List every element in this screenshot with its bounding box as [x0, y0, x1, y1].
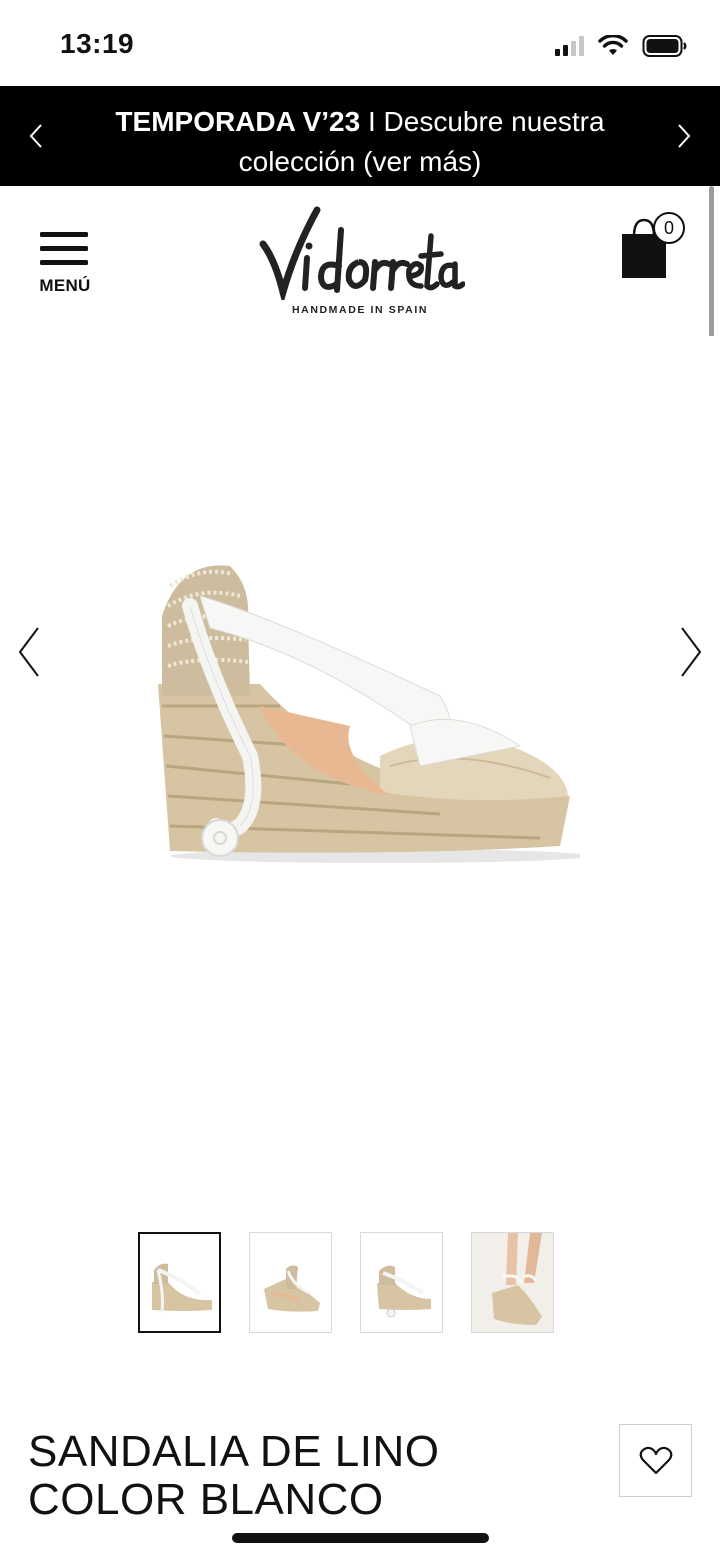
- gallery-prev-button[interactable]: [12, 622, 52, 682]
- thumbnail-image: [472, 1233, 553, 1332]
- wifi-icon: [598, 35, 628, 55]
- thumbnail-1[interactable]: [138, 1232, 221, 1333]
- promo-link[interactable]: TEMPORADA V’23 I Descubre nuestra colecc…: [90, 102, 630, 182]
- battery-icon: [642, 35, 687, 57]
- promo-prev-button[interactable]: [16, 116, 56, 156]
- logo-tagline: HANDMADE IN SPAIN: [291, 304, 429, 316]
- site-header: MENÚ HANDMADE IN SPAIN 0: [0, 186, 720, 336]
- vidorreta-logo: [259, 206, 466, 306]
- site-logo[interactable]: HANDMADE IN SPAIN: [255, 200, 466, 320]
- cart-count-badge: 0: [653, 212, 685, 244]
- chevron-right-icon: [681, 627, 702, 677]
- product-gallery: [0, 336, 720, 1206]
- product-title: SANDALIA DE LINO COLOR BLANCO: [28, 1427, 440, 1524]
- thumbnail-2[interactable]: [249, 1232, 332, 1333]
- promo-separator: I: [367, 106, 376, 137]
- promo-title: TEMPORADA V’23: [115, 106, 361, 137]
- chevron-left-icon: [18, 627, 39, 677]
- menu-label: MENÚ: [39, 276, 91, 295]
- hamburger-icon: [40, 232, 88, 265]
- status-bar: 13:19: [0, 0, 720, 88]
- add-to-wishlist-button[interactable]: [619, 1424, 692, 1497]
- promo-next-button[interactable]: [664, 116, 704, 156]
- thumbnail-3[interactable]: [360, 1232, 443, 1333]
- heart-icon: [639, 1446, 672, 1474]
- product-image[interactable]: [140, 556, 580, 866]
- cellular-signal-icon: [555, 36, 584, 56]
- thumbnail-4[interactable]: [471, 1232, 554, 1333]
- chevron-left-icon: [29, 124, 42, 148]
- thumbnail-strip: [138, 1232, 554, 1333]
- menu-button[interactable]: MENÚ: [36, 230, 96, 300]
- cart-button[interactable]: 0: [616, 212, 692, 284]
- thumbnail-image: [264, 1265, 320, 1312]
- thumbnail-image: [152, 1263, 212, 1313]
- status-icons: [555, 32, 688, 60]
- promo-banner: TEMPORADA V’23 I Descubre nuestra colecc…: [0, 86, 720, 186]
- gallery-next-button[interactable]: [668, 622, 708, 682]
- status-time: 13:19: [60, 28, 135, 59]
- chevron-right-icon: [678, 124, 691, 148]
- thumbnail-image: [377, 1265, 431, 1318]
- home-indicator: [232, 1533, 489, 1543]
